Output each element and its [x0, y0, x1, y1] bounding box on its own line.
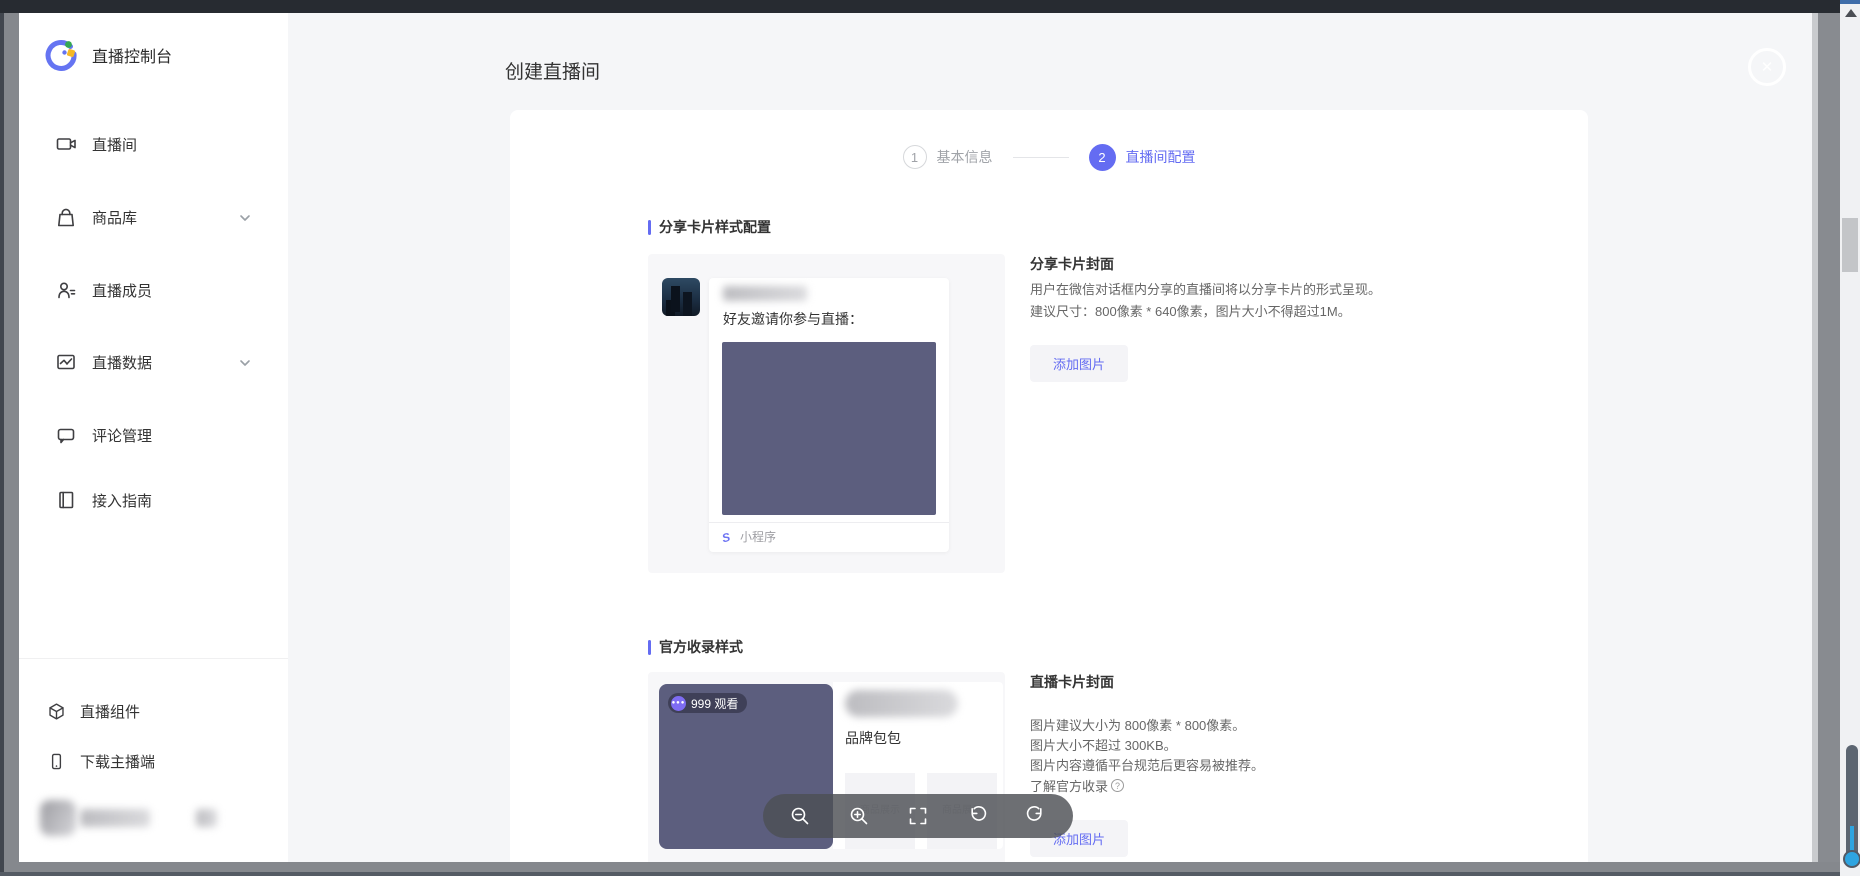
chevron-down-icon: [239, 356, 251, 368]
account-row[interactable]: [19, 793, 288, 843]
share-card-section-title: 分享卡片样式配置: [648, 217, 771, 237]
share-cover-desc-line1: 用户在微信对话框内分享的直播间将以分享卡片的形式呈现。: [1030, 279, 1381, 298]
chat-card-divider: [709, 522, 949, 523]
product-title: 品牌包包: [845, 728, 901, 748]
sidebar-item-label: 直播间: [92, 134, 137, 155]
miniprogram-icon: S: [720, 528, 736, 545]
miniprogram-label: 小程序: [740, 528, 776, 545]
window-top-border: [0, 0, 1860, 13]
cube-icon: [47, 702, 66, 721]
app-title: 直播控制台: [92, 43, 172, 67]
window-bottom-border: [0, 872, 1860, 876]
sidebar-item-live-room[interactable]: 直播间: [55, 124, 251, 164]
sidebar-item-label: 评论管理: [92, 425, 152, 446]
invite-text: 好友邀请你参与直播：: [723, 309, 863, 329]
outer-scrollbar-thumb[interactable]: [1842, 218, 1858, 272]
sidebar-item-live-members[interactable]: 直播成员: [55, 270, 251, 310]
share-card-preview-box: 好友邀请你参与直播： S 小程序: [648, 254, 1005, 573]
viewers-count: 999 观看: [691, 695, 738, 712]
chat-name-blurred: [723, 286, 807, 301]
data-chart-icon: [55, 351, 77, 373]
live-cover-desc-line1: 图片建议大小为 800像素 * 800像素。: [1030, 715, 1245, 734]
modal-title: 创建直播间: [505, 57, 600, 84]
zoom-in-icon[interactable]: [848, 805, 870, 827]
live-cover-desc-line3: 图片内容遵循平台规范后更容易被推荐。: [1030, 755, 1264, 774]
add-share-image-button[interactable]: 添加图片: [1030, 345, 1128, 382]
rotate-right-icon[interactable]: [1025, 805, 1047, 827]
comment-icon: [55, 424, 77, 446]
sidebar-item-live-components[interactable]: 直播组件: [47, 691, 257, 731]
live-console-app: 直播控制台 直播间 商品库 直播成员 直播数: [19, 13, 1812, 862]
app-logo: [43, 37, 77, 71]
official-style-section-title: 官方收录样式: [648, 637, 743, 657]
sidebar-item-label: 直播组件: [80, 701, 140, 722]
scrollbar-up-arrow-icon[interactable]: [1845, 9, 1857, 17]
share-chat-card: 好友邀请你参与直播： S 小程序: [709, 278, 949, 552]
guide-book-icon: [55, 489, 77, 511]
cursor-marker: [1843, 850, 1860, 868]
sidebar-item-label: 直播数据: [92, 352, 152, 373]
step-room-config: 2 直播间配置: [1089, 144, 1196, 171]
members-icon: [55, 279, 77, 301]
live-title-blurred: [845, 690, 958, 717]
sidebar-item-label: 直播成员: [92, 280, 152, 301]
step-number: 1: [903, 145, 927, 169]
share-cover-placeholder: [722, 342, 936, 515]
live-dots-icon: ●●●: [671, 696, 686, 711]
video-camera-icon: [55, 133, 77, 155]
account-avatar-blurred: [40, 800, 76, 836]
step-connector: [1013, 157, 1069, 158]
fullscreen-icon[interactable]: [907, 805, 929, 827]
sidebar-item-live-data[interactable]: 直播数据: [55, 342, 251, 382]
create-live-room-modal: 创建直播间 ✕ 1 基本信息 2 直播间配置 分享卡片样式配置: [288, 13, 1812, 862]
sidebar-item-comment-management[interactable]: 评论管理: [55, 415, 251, 455]
chat-card-footer: S 小程序: [722, 528, 776, 545]
image-viewer-toolbar: [763, 794, 1073, 838]
shopping-bag-icon: [55, 206, 77, 228]
question-circle-icon: ?: [1111, 779, 1124, 792]
account-extra-blurred: [196, 809, 217, 827]
step-label: 直播间配置: [1126, 147, 1196, 167]
sidebar-item-integration-guide[interactable]: 接入指南: [55, 480, 251, 520]
close-icon[interactable]: ✕: [1748, 48, 1786, 86]
live-cover-heading: 直播卡片封面: [1030, 672, 1114, 692]
phone-icon: [47, 752, 66, 771]
sidebar: 直播控制台 直播间 商品库 直播成员 直播数: [19, 13, 288, 862]
share-cover-heading: 分享卡片封面: [1030, 254, 1114, 274]
sidebar-item-label: 下载主播端: [80, 751, 155, 772]
step-basic-info: 1 基本信息: [903, 145, 993, 169]
live-cover-desc-line2: 图片大小不超过 300KB。: [1030, 735, 1177, 754]
window-bottom-frame: [4, 862, 1840, 872]
chat-avatar-image: [662, 278, 700, 316]
sidebar-item-label: 商品库: [92, 207, 137, 228]
official-listing-help-link[interactable]: 了解官方收录 ?: [1030, 776, 1124, 795]
rotate-left-icon[interactable]: [966, 805, 988, 827]
account-name-blurred: [80, 809, 150, 827]
inner-scrollbar-thumb[interactable]: [1818, 13, 1840, 862]
sidebar-item-download-host-app[interactable]: 下载主播端: [47, 741, 257, 781]
step-indicator: 1 基本信息 2 直播间配置: [510, 142, 1588, 172]
zoom-out-icon[interactable]: [789, 805, 811, 827]
sidebar-item-product-library[interactable]: 商品库: [55, 197, 251, 237]
sidebar-item-label: 接入指南: [92, 490, 152, 511]
section-accent-bar: [648, 640, 651, 655]
section-accent-bar: [648, 220, 651, 235]
step-number: 2: [1089, 144, 1116, 171]
chevron-down-icon: [239, 211, 251, 223]
share-cover-desc-line2: 建议尺寸：800像素 * 640像素，图片大小不得超过1M。: [1030, 301, 1351, 320]
modal-card: 1 基本信息 2 直播间配置 分享卡片样式配置 好友邀请你参与直播：: [510, 110, 1588, 862]
viewers-badge: ●●● 999 观看: [668, 693, 747, 713]
step-label: 基本信息: [937, 147, 993, 167]
window-left-frame: [4, 13, 19, 862]
sidebar-divider: [19, 658, 288, 659]
